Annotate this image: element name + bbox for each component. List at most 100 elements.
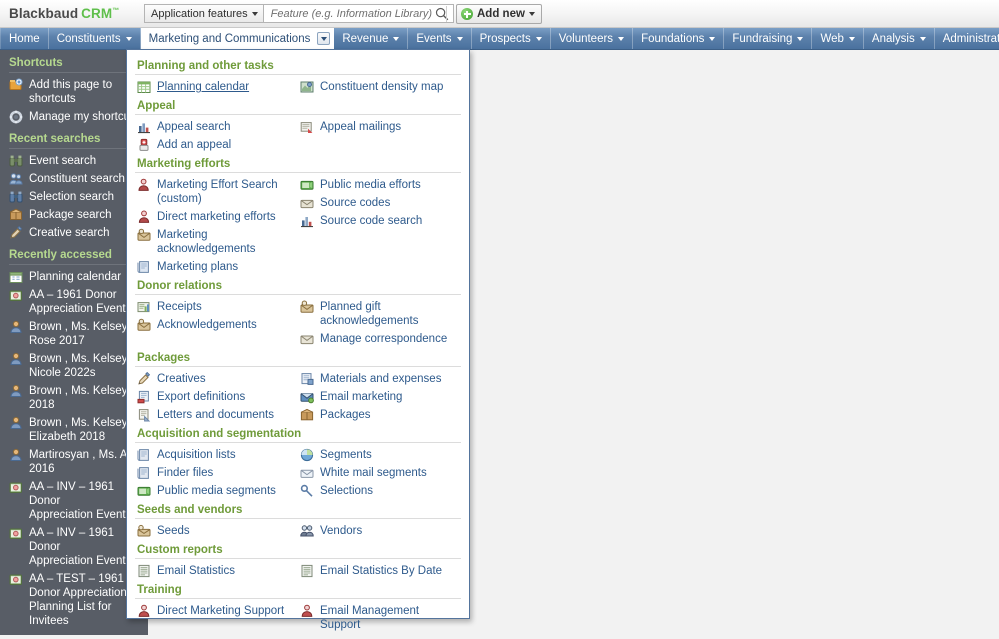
menu-item[interactable]: Email marketing [298,388,461,406]
menu-item[interactable]: Export definitions [135,388,298,406]
menu-item[interactable]: Creatives [135,370,298,388]
menu-item[interactable]: Public media efforts [298,176,461,194]
acquisition-lists-icon [137,449,149,461]
menu-item-label: Export definitions [157,391,246,403]
menu-item[interactable]: Acquisition lists [135,446,298,464]
menu-item-label: Marketing plans [157,261,239,273]
app-logo: Blackbaud CRM™ [9,6,119,21]
menu-item[interactable]: Appeal mailings [298,118,461,136]
nav-tab-prospects[interactable]: Prospects [472,28,551,49]
menu-item-label: Segments [320,449,372,461]
person-icon [10,416,22,429]
logo-secondary-text: CRM [81,6,113,21]
menu-section-title-appeal: Appeal [137,100,176,112]
sidebar-item-label: Manage my shortcuts [29,111,139,123]
menu-item[interactable]: Marketing plans [135,258,298,276]
menu-item[interactable]: Public media segments [135,482,298,500]
nav-tab-foundations[interactable]: Foundations [633,28,725,49]
chevron-down-icon [317,32,331,45]
menu-item[interactable]: Receipts [135,298,298,316]
menu-column-right: Planned gift acknowledgements Manage corr… [298,298,461,348]
menu-item[interactable]: Vendors [298,522,461,540]
toolbar-divider [446,6,447,22]
menu-item[interactable]: Marketing Effort Search (custom) [135,176,298,208]
plans-icon [137,261,149,273]
menu-item[interactable]: Planned gift acknowledgements [298,298,461,330]
menu-item[interactable]: Direct Marketing Support [135,602,298,620]
menu-item[interactable]: Email Statistics By Date [298,562,461,580]
public-media-icon [137,486,151,496]
menu-section-columns: Marketing Effort Search (custom) Direct m… [135,176,461,276]
event-icon [9,528,22,539]
export-definitions-icon [137,390,149,404]
main-navigation-bar: Home Constituents Marketing and Communicat… [0,28,999,50]
seeds-icon [137,524,151,537]
add-new-button[interactable]: Add new [456,4,542,24]
menu-item[interactable]: Acknowledgements [135,316,298,334]
menu-item[interactable]: Appeal search [135,118,298,136]
search-input[interactable] [268,6,437,21]
binoculars-blue-icon [9,191,23,203]
nav-tab-revenue[interactable]: Revenue [334,28,409,49]
menu-item[interactable]: Selections [298,482,461,500]
menu-item-label: Acknowledgements [157,319,257,331]
menu-item[interactable]: Direct marketing efforts [135,208,298,226]
source-code-search-icon [301,217,313,228]
menu-item[interactable]: Add an appeal [135,136,298,154]
menu-item[interactable]: Constituent density map [298,78,461,96]
sidebar-divider [9,148,142,149]
sidebar-item-label: Selection search [29,191,115,203]
menu-item[interactable]: Email Management Support [298,602,461,634]
people-search-icon [9,173,23,185]
nav-tab-web[interactable]: Web [812,28,864,49]
menu-item[interactable]: Letters and documents [135,406,298,424]
application-features-dropdown[interactable]: Application features [144,4,263,23]
nav-tab-fundraising[interactable]: Fundraising [724,28,813,49]
menu-column-left: Seeds [135,522,298,540]
sidebar-item-label: Creative search [29,227,110,239]
nav-tab-marketing-and-communications[interactable]: Marketing and Communications [140,28,315,49]
nav-tab-constituents[interactable]: Constituents [49,28,141,49]
menu-item-label: Marketing acknowledgements [157,229,256,255]
nav-tab-marketing-and-communications-dropdown-button[interactable] [314,28,335,49]
menu-section-divider [135,294,461,295]
nav-tab-label: Constituents [56,32,121,45]
chevron-down-icon [125,36,132,41]
menu-item[interactable]: Packages [298,406,461,424]
menu-item[interactable]: Email Statistics [135,562,298,580]
menu-item-label: Direct Marketing Support [157,605,285,617]
menu-item[interactable]: Finder files [135,464,298,482]
sidebar-item-label: Martirosyan , Ms. Ani 2016 [29,449,136,475]
menu-item[interactable]: Materials and expenses [298,370,461,388]
menu-section-divider [135,558,461,559]
menu-item[interactable]: Source codes [298,194,461,212]
menu-item-label: Creatives [157,373,206,385]
menu-item[interactable]: Marketing acknowledgements [135,226,298,258]
binoculars-icon [9,155,23,167]
menu-section-columns: Email Statistics Email Statistics By Date [135,562,461,580]
menu-item[interactable]: White mail segments [298,464,461,482]
menu-item[interactable]: Seeds [135,522,298,540]
nav-tab-events[interactable]: Events [408,28,472,49]
nav-tab-analysis[interactable]: Analysis [864,28,935,49]
menu-section-columns: Creatives Export definitions Letters and d… [135,370,461,424]
chevron-down-icon [618,36,625,41]
menu-column-left: Marketing Effort Search (custom) Direct m… [135,176,298,276]
menu-item[interactable]: Source code search [298,212,461,230]
menu-item[interactable]: Segments [298,446,461,464]
nav-tab-administration[interactable]: Administration [935,28,999,49]
menu-section-divider [135,366,461,367]
nav-tab-home[interactable]: Home [0,28,49,49]
correspondence-icon [300,335,314,345]
chevron-down-icon [456,36,463,41]
menu-item[interactable]: Planning calendar [135,78,298,96]
nav-tab-volunteers[interactable]: Volunteers [551,28,634,49]
materials-expenses-icon [301,373,314,385]
segments-icon [300,448,314,462]
menu-item[interactable]: Manage correspondence [298,330,461,348]
logo-primary-text: Blackbaud [9,6,79,21]
menu-item-label: Email Statistics By Date [320,565,443,577]
marketing-effort-search-icon [138,178,149,191]
menu-item-label: White mail segments [320,467,427,479]
chevron-down-icon [709,36,716,41]
